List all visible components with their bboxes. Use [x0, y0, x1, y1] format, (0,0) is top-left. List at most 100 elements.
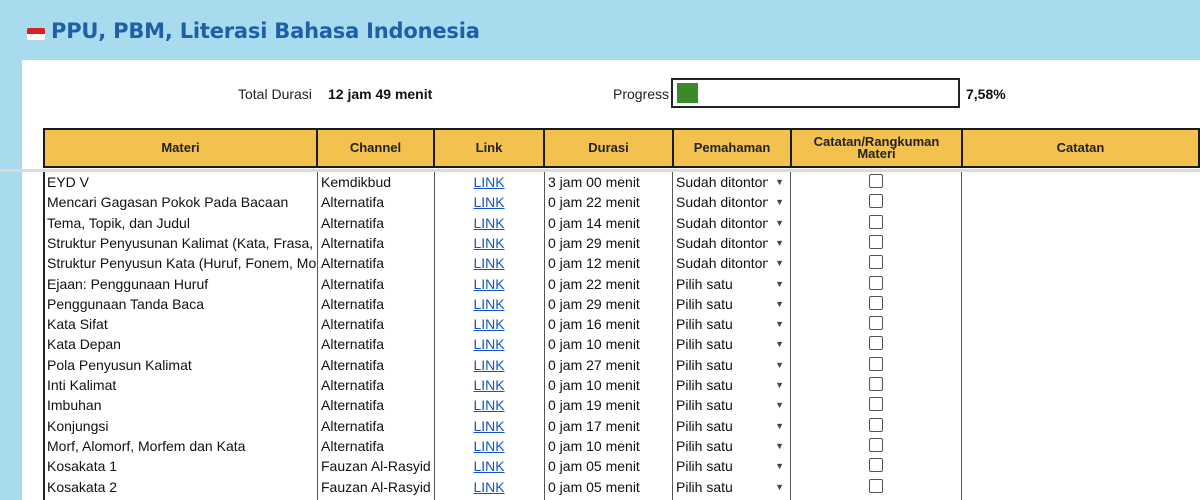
cell-link[interactable]: LINK — [434, 192, 544, 212]
cell-materi[interactable]: Struktur Penyusun Kata (Huruf, Fonem, Mo — [43, 253, 317, 273]
checkbox[interactable] — [868, 295, 883, 310]
cell-durasi[interactable]: 0 jam 10 menit — [544, 375, 672, 395]
dropdown-arrow-icon[interactable]: ▼ — [775, 253, 784, 273]
dropdown-arrow-icon[interactable]: ▼ — [775, 355, 784, 375]
dropdown-arrow-icon[interactable]: ▼ — [775, 233, 784, 253]
cell-durasi[interactable]: 0 jam 14 menit — [544, 213, 672, 233]
cell-link[interactable]: LINK — [434, 334, 544, 354]
checkbox[interactable] — [868, 458, 883, 473]
cell-link[interactable]: LINK — [434, 456, 544, 476]
column-header-durasi[interactable]: Durasi — [543, 128, 674, 168]
cell-pemahaman-dropdown[interactable]: Sudah ditonton ▼ — [672, 253, 790, 273]
checkbox[interactable] — [868, 275, 883, 290]
cell-channel[interactable]: Alternatifa — [317, 233, 434, 253]
cell-pemahaman-dropdown[interactable]: Pilih satu ▼ — [672, 294, 790, 314]
cell-durasi[interactable]: 0 jam 10 menit — [544, 436, 672, 456]
checkbox[interactable] — [868, 478, 883, 493]
cell-durasi[interactable]: 0 jam 10 menit — [544, 334, 672, 354]
dropdown-arrow-icon[interactable]: ▼ — [775, 416, 784, 436]
cell-channel[interactable]: Alternatifa — [317, 274, 434, 294]
checkbox[interactable] — [868, 356, 883, 371]
dropdown-arrow-icon[interactable]: ▼ — [775, 274, 784, 294]
cell-catatan[interactable] — [961, 416, 1200, 436]
column-header-link[interactable]: Link — [433, 128, 545, 168]
dropdown-arrow-icon[interactable]: ▼ — [775, 314, 784, 334]
cell-channel[interactable]: Alternatifa — [317, 395, 434, 415]
cell-catatan[interactable] — [961, 395, 1200, 415]
cell-pemahaman-dropdown[interactable]: Pilih satu ▼ — [672, 314, 790, 334]
checkbox[interactable] — [868, 417, 883, 432]
cell-catatan[interactable] — [961, 274, 1200, 294]
cell-pemahaman-dropdown[interactable]: Pilih satu ▼ — [672, 375, 790, 395]
cell-link[interactable]: LINK — [434, 233, 544, 253]
cell-materi[interactable]: Inti Kalimat — [43, 375, 317, 395]
cell-channel[interactable]: Alternatifa — [317, 192, 434, 212]
cell-pemahaman-dropdown[interactable]: Pilih satu ▼ — [672, 334, 790, 354]
cell-catatan[interactable] — [961, 436, 1200, 456]
cell-channel[interactable]: Alternatifa — [317, 253, 434, 273]
cell-catatan[interactable] — [961, 355, 1200, 375]
cell-pemahaman-dropdown[interactable]: Pilih satu ▼ — [672, 395, 790, 415]
cell-pemahaman-dropdown[interactable]: Sudah ditonton ▼ — [672, 213, 790, 233]
cell-materi[interactable]: Kosakata 1 — [43, 456, 317, 476]
cell-materi[interactable]: Konjungsi — [43, 416, 317, 436]
checkbox[interactable] — [868, 214, 883, 229]
cell-pemahaman-dropdown[interactable]: Pilih satu ▼ — [672, 274, 790, 294]
cell-link[interactable]: LINK — [434, 416, 544, 436]
cell-durasi[interactable]: 0 jam 05 menit — [544, 456, 672, 476]
cell-catatan[interactable] — [961, 172, 1200, 192]
cell-durasi[interactable]: 0 jam 22 menit — [544, 274, 672, 294]
cell-link[interactable]: LINK — [434, 274, 544, 294]
cell-catatan[interactable] — [961, 213, 1200, 233]
cell-pemahaman-dropdown[interactable]: Pilih satu ▼ — [672, 355, 790, 375]
cell-link[interactable]: LINK — [434, 294, 544, 314]
cell-materi[interactable]: Mencari Gagasan Pokok Pada Bacaan — [43, 192, 317, 212]
cell-materi[interactable]: Struktur Penyusunan Kalimat (Kata, Frasa… — [43, 233, 317, 253]
checkbox[interactable] — [868, 255, 883, 270]
cell-channel[interactable]: Fauzan Al-Rasyid — [317, 456, 434, 476]
cell-channel[interactable]: Alternatifa — [317, 334, 434, 354]
cell-pemahaman-dropdown[interactable]: Pilih satu ▼ — [672, 416, 790, 436]
cell-channel[interactable]: Alternatifa — [317, 314, 434, 334]
cell-materi[interactable]: Kata Depan — [43, 334, 317, 354]
cell-catatan[interactable] — [961, 375, 1200, 395]
cell-pemahaman-dropdown[interactable]: Pilih satu ▼ — [672, 436, 790, 456]
checkbox[interactable] — [868, 194, 883, 209]
cell-catatan[interactable] — [961, 314, 1200, 334]
cell-materi[interactable]: Kosakata 2 — [43, 477, 317, 497]
cell-link[interactable]: LINK — [434, 213, 544, 233]
cell-catatan[interactable] — [961, 456, 1200, 476]
cell-pemahaman-dropdown[interactable]: Sudah ditonton ▼ — [672, 192, 790, 212]
checkbox[interactable] — [868, 397, 883, 412]
cell-materi[interactable]: Kata Sifat — [43, 314, 317, 334]
cell-durasi[interactable]: 3 jam 00 menit — [544, 172, 672, 192]
cell-durasi[interactable]: 0 jam 29 menit — [544, 233, 672, 253]
cell-channel[interactable]: Alternatifa — [317, 294, 434, 314]
cell-catatan[interactable] — [961, 477, 1200, 497]
cell-pemahaman-dropdown[interactable]: Pilih satu ▼ — [672, 456, 790, 476]
cell-link[interactable]: LINK — [434, 172, 544, 192]
cell-durasi[interactable]: 0 jam 27 menit — [544, 355, 672, 375]
checkbox[interactable] — [868, 336, 883, 351]
cell-channel[interactable]: Alternatifa — [317, 436, 434, 456]
cell-pemahaman-dropdown[interactable]: Sudah ditonton ▼ — [672, 172, 790, 192]
cell-channel[interactable]: Alternatifa — [317, 355, 434, 375]
cell-materi[interactable]: Imbuhan — [43, 395, 317, 415]
dropdown-arrow-icon[interactable]: ▼ — [775, 456, 784, 476]
checkbox[interactable] — [868, 174, 883, 188]
checkbox[interactable] — [868, 234, 883, 249]
cell-channel[interactable]: Kemdikbud — [317, 172, 434, 192]
cell-materi[interactable]: Penggunaan Tanda Baca — [43, 294, 317, 314]
cell-catatan[interactable] — [961, 334, 1200, 354]
cell-catatan[interactable] — [961, 253, 1200, 273]
checkbox[interactable] — [868, 437, 883, 452]
cell-materi[interactable]: Tema, Topik, dan Judul — [43, 213, 317, 233]
cell-materi[interactable]: Pola Penyusun Kalimat — [43, 355, 317, 375]
cell-catatan[interactable] — [961, 294, 1200, 314]
cell-materi[interactable]: Ejaan: Penggunaan Huruf — [43, 274, 317, 294]
cell-pemahaman-dropdown[interactable]: Sudah ditonton ▼ — [672, 233, 790, 253]
dropdown-arrow-icon[interactable]: ▼ — [775, 375, 784, 395]
checkbox[interactable] — [868, 316, 883, 331]
cell-durasi[interactable]: 0 jam 22 menit — [544, 192, 672, 212]
dropdown-arrow-icon[interactable]: ▼ — [775, 213, 784, 233]
